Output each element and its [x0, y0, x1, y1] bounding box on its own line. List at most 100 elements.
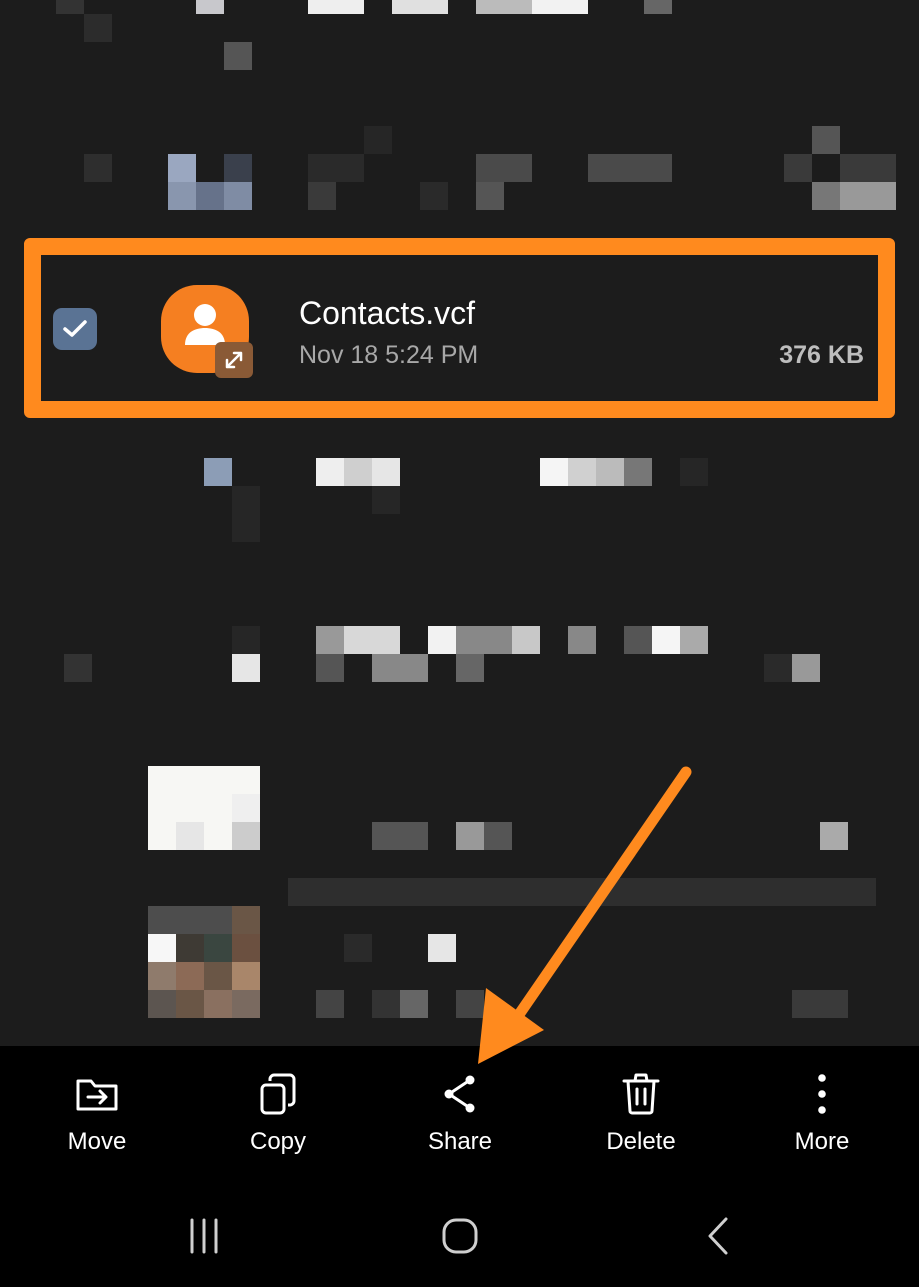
redacted-block — [840, 154, 896, 182]
file-row-contacts[interactable]: Contacts.vcf Nov 18 5:24 PM 376 KB — [24, 238, 895, 418]
redacted-block — [176, 934, 204, 962]
redacted-block — [792, 654, 820, 682]
redacted-block — [372, 458, 400, 486]
redacted-block — [204, 990, 232, 1018]
redacted-block — [624, 458, 652, 486]
share-icon — [444, 1075, 475, 1113]
move-button[interactable]: Move — [22, 1070, 172, 1170]
copy-icon — [260, 1073, 296, 1115]
redacted-block — [168, 154, 196, 182]
redacted-block — [792, 990, 848, 1018]
redacted-block — [204, 934, 232, 962]
recents-icon — [190, 1218, 218, 1254]
redacted-block — [456, 626, 512, 654]
recents-button[interactable] — [174, 1210, 234, 1262]
redacted-block — [456, 990, 484, 1018]
redacted-block — [812, 126, 840, 154]
redacted-block — [568, 458, 596, 486]
redacted-block — [232, 822, 260, 850]
redacted-block — [624, 626, 652, 654]
file-name: Contacts.vcf — [299, 295, 476, 331]
redacted-block — [532, 0, 588, 14]
redacted-block — [428, 626, 456, 654]
back-icon — [708, 1217, 728, 1255]
redacted-block — [644, 0, 672, 14]
redacted-block — [64, 654, 92, 682]
redacted-block — [372, 654, 428, 682]
redacted-block — [372, 822, 428, 850]
redacted-block — [84, 14, 112, 42]
redacted-block — [812, 182, 840, 210]
redacted-block — [588, 154, 672, 182]
redacted-block — [148, 990, 176, 1018]
delete-label: Delete — [606, 1128, 676, 1155]
redacted-block — [512, 626, 540, 654]
redacted-block — [56, 0, 84, 14]
redacted-block — [232, 990, 260, 1018]
redacted-block — [176, 822, 204, 850]
home-icon — [442, 1218, 478, 1254]
redacted-block — [476, 182, 504, 210]
redacted-block — [540, 458, 568, 486]
redacted-block — [232, 654, 260, 682]
redacted-block — [820, 822, 848, 850]
redacted-block — [372, 990, 400, 1018]
redacted-block — [232, 962, 260, 990]
redacted-block — [308, 0, 364, 14]
redacted-block — [344, 458, 372, 486]
move-label: Move — [67, 1128, 127, 1155]
redacted-block — [400, 990, 428, 1018]
redacted-block — [148, 962, 176, 990]
file-size: 376 KB — [779, 341, 864, 369]
redacted-block — [84, 154, 112, 182]
redacted-block — [372, 486, 400, 514]
redacted-block — [476, 154, 532, 182]
redacted-block — [840, 182, 896, 210]
home-button[interactable] — [430, 1210, 490, 1262]
divider-bar — [288, 878, 876, 906]
share-button[interactable]: Share — [385, 1070, 535, 1170]
redacted-block — [308, 182, 336, 210]
redacted-block — [476, 0, 532, 14]
redacted-block — [148, 906, 232, 934]
system-nav-bar — [0, 1186, 919, 1287]
redacted-block — [204, 458, 232, 486]
redacted-block — [196, 182, 224, 210]
redacted-block — [428, 934, 456, 962]
redacted-block — [196, 0, 224, 14]
redacted-block — [148, 934, 176, 962]
redacted-block — [784, 154, 812, 182]
redacted-block — [680, 458, 708, 486]
redacted-block — [232, 934, 260, 962]
redacted-block — [232, 626, 260, 654]
redacted-block — [316, 458, 344, 486]
check-icon — [63, 320, 87, 337]
redacted-block — [680, 626, 708, 654]
file-list: Contacts.vcf Nov 18 5:24 PM 376 KB — [0, 0, 919, 1046]
copy-label: Copy — [249, 1128, 307, 1155]
redacted-block — [168, 182, 196, 210]
redacted-block — [344, 626, 400, 654]
delete-button[interactable]: Delete — [566, 1070, 716, 1170]
redacted-block — [364, 126, 392, 154]
copy-button[interactable]: Copy — [203, 1070, 353, 1170]
redacted-block — [456, 822, 484, 850]
redacted-block — [344, 934, 372, 962]
file-date: Nov 18 5:24 PM — [299, 341, 479, 369]
redacted-block — [176, 962, 204, 990]
redacted-block — [316, 654, 344, 682]
redacted-block — [764, 654, 792, 682]
back-button[interactable] — [688, 1210, 748, 1262]
redacted-block — [224, 42, 252, 70]
redacted-block — [232, 486, 260, 542]
redacted-block — [224, 154, 252, 182]
action-toolbar: Move Copy Share Delete More — [0, 1046, 919, 1186]
redacted-block — [316, 626, 344, 654]
file-checkbox[interactable] — [53, 308, 97, 350]
redacted-block — [392, 0, 448, 14]
redacted-block — [456, 654, 484, 682]
more-button[interactable]: More — [747, 1070, 897, 1170]
redacted-block — [308, 154, 364, 182]
expand-icon — [215, 342, 253, 378]
redacted-block — [420, 182, 448, 210]
